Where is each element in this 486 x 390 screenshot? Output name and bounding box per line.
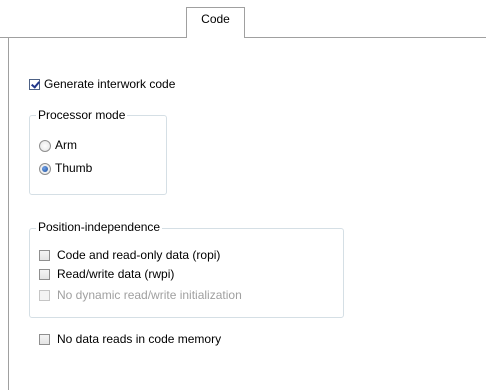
ropi-checkbox[interactable] [39,250,50,261]
no-dynamic-rw-init-checkbox[interactable] [39,290,50,301]
arm-radio[interactable] [39,140,51,152]
no-data-reads-checkbox[interactable] [39,334,50,345]
panel-border [8,37,9,390]
tab-code[interactable]: Code [186,7,245,38]
ropi-label: Code and read-only data (ropi) [57,248,221,262]
tab-code-label: Code [201,12,230,26]
generate-interwork-label: Generate interwork code [44,77,176,91]
processor-mode-title: Processor mode [36,108,128,122]
thumb-label: Thumb [55,161,93,175]
no-data-reads-label: No data reads in code memory [57,332,222,346]
arm-label: Arm [55,138,77,152]
thumb-radio[interactable] [39,163,51,175]
no-dynamic-rw-init-label: No dynamic read/write initialization [57,288,242,302]
position-independence-title: Position-independence [36,220,163,234]
processor-mode-group [29,115,167,195]
rwpi-checkbox[interactable] [39,269,50,280]
rwpi-label: Read/write data (rwpi) [57,267,175,281]
generate-interwork-checkbox[interactable] [29,79,40,90]
